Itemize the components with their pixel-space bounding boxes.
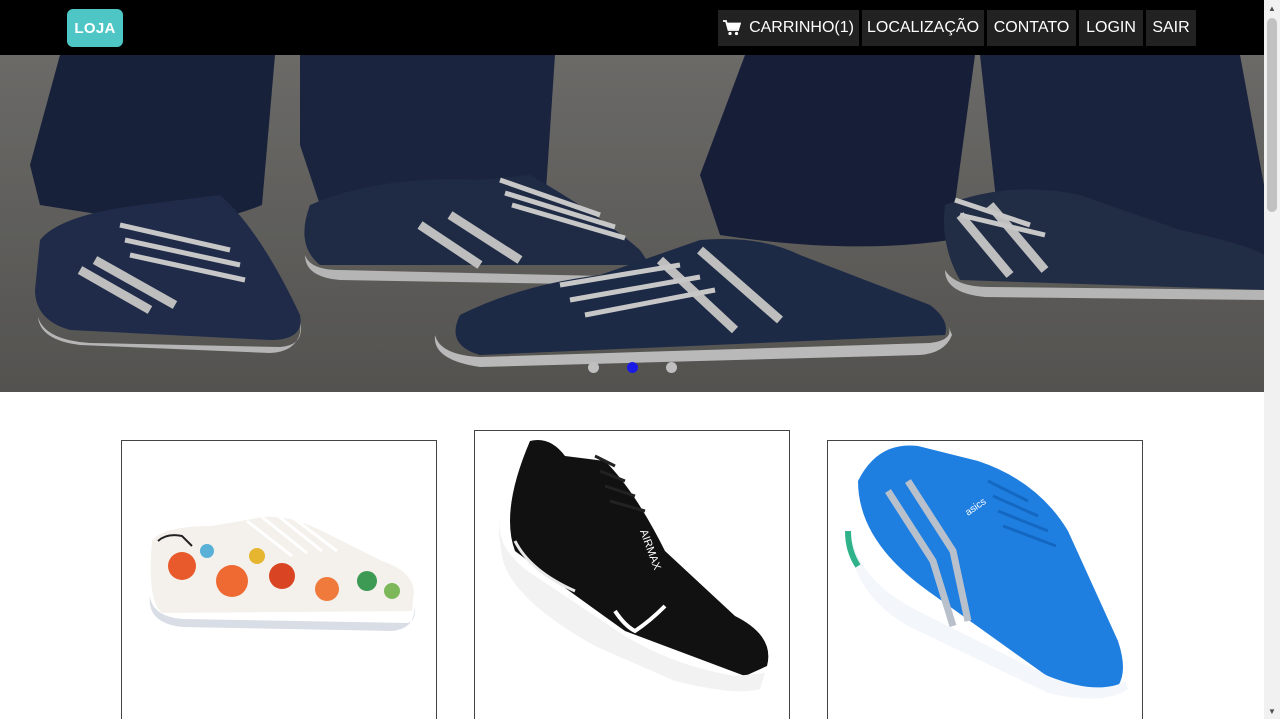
hero-carousel[interactable]: [0, 55, 1264, 392]
page: LOJA CARRINHO(1) LOCALIZAÇÃO CONTATO LOG…: [0, 0, 1264, 719]
product-card[interactable]: asics: [827, 440, 1143, 719]
brand-logo-button[interactable]: LOJA: [67, 9, 123, 47]
nav-menu: CARRINHO(1) LOCALIZAÇÃO CONTATO LOGIN SA…: [718, 10, 1196, 46]
top-navbar: LOJA CARRINHO(1) LOCALIZAÇÃO CONTATO LOG…: [0, 0, 1264, 55]
product-card[interactable]: AIRMAX: [474, 430, 790, 719]
blue-asics-running-shoe-image: asics: [845, 445, 1128, 699]
nav-logout-label: SAIR: [1152, 19, 1190, 36]
scrollbar-thumb[interactable]: [1267, 18, 1277, 212]
nav-cart-label: CARRINHO(1): [749, 19, 854, 36]
nav-login-button[interactable]: LOGIN: [1079, 10, 1143, 46]
product-card[interactable]: [121, 440, 437, 719]
floral-sneaker-image: [149, 513, 415, 631]
black-nike-sneaker-image: AIRMAX: [499, 440, 769, 692]
nav-location-button[interactable]: LOCALIZAÇÃO: [862, 10, 984, 46]
nav-logout-button[interactable]: SAIR: [1146, 10, 1196, 46]
carousel-indicators: [0, 362, 1264, 374]
scroll-up-arrow-icon[interactable]: ▲: [1264, 0, 1280, 16]
nav-contact-label: CONTATO: [993, 19, 1070, 36]
hero-sneakers-image: [0, 55, 1264, 392]
carousel-dot[interactable]: [588, 362, 599, 373]
carousel-dot[interactable]: [666, 362, 677, 373]
vertical-scrollbar[interactable]: ▲ ▼: [1264, 0, 1280, 719]
nav-location-label: LOCALIZAÇÃO: [866, 19, 980, 36]
nav-login-label: LOGIN: [1086, 19, 1136, 36]
shopping-cart-icon: [723, 20, 742, 36]
carousel-dot[interactable]: [627, 362, 638, 373]
scroll-down-arrow-icon[interactable]: ▼: [1264, 703, 1280, 719]
nav-contact-button[interactable]: CONTATO: [987, 10, 1076, 46]
nav-cart-button[interactable]: CARRINHO(1): [718, 10, 859, 46]
